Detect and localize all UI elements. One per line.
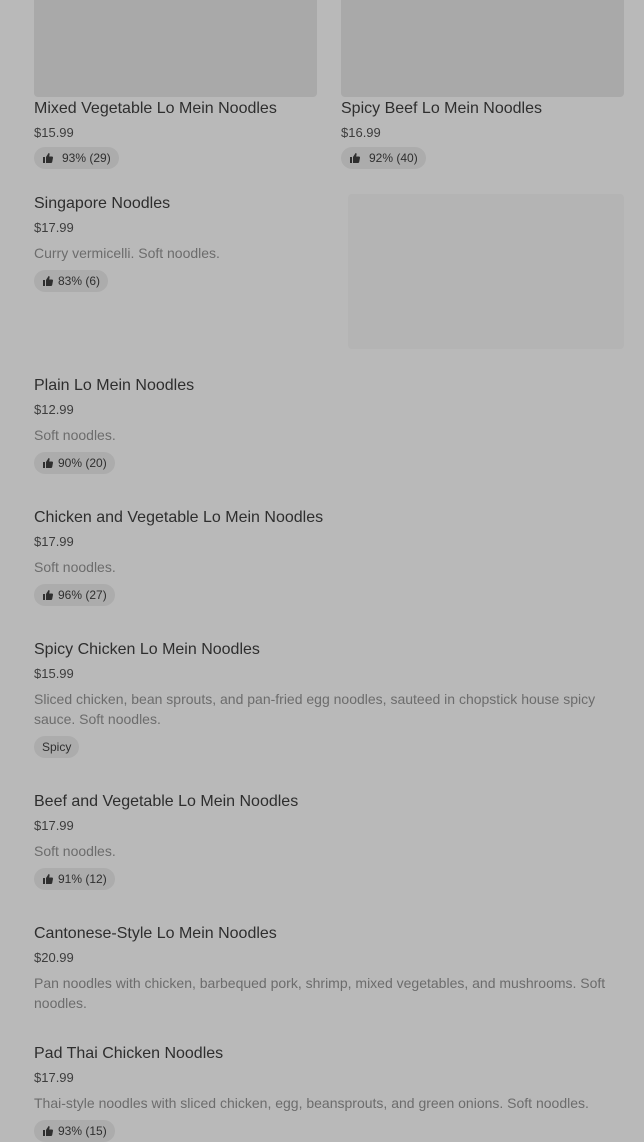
rating-badge: 92% (40) xyxy=(341,147,426,169)
menu-item-price: $15.99 xyxy=(34,666,74,681)
menu-item-title[interactable]: Pad Thai Chicken Noodles xyxy=(34,1044,624,1064)
menu-item-description: Soft noodles. xyxy=(34,427,116,443)
menu-item-title[interactable]: Cantonese-Style Lo Mein Noodles xyxy=(34,924,624,944)
featured-items-grid: Mixed Vegetable Lo Mein Noodles $15.99 9… xyxy=(34,0,624,175)
menu-item-description: Pan noodles with chicken, barbequed pork… xyxy=(34,975,606,1011)
rating-text: 91% (12) xyxy=(58,872,107,886)
rating-badge: 90% (20) xyxy=(34,452,115,474)
menu-item-title[interactable]: Chicken and Vegetable Lo Mein Noodles xyxy=(34,508,624,528)
menu-item-price: $17.99 xyxy=(34,818,74,833)
menu-item-card[interactable]: Spicy Beef Lo Mein Noodles $16.99 92% (4… xyxy=(341,0,624,169)
thumbs-up-icon xyxy=(42,457,54,469)
menu-item-price: $12.99 xyxy=(34,402,74,417)
rating-text: 96% (27) xyxy=(58,588,107,602)
menu-item[interactable]: Plain Lo Mein Noodles $12.99 Soft noodle… xyxy=(34,376,624,474)
menu-item-price: $17.99 xyxy=(34,534,74,549)
rating-badge: 93% (15) xyxy=(34,1120,115,1142)
rating-text: 92% (40) xyxy=(369,151,418,165)
menu-item[interactable]: Spicy Chicken Lo Mein Noodles $15.99 Sli… xyxy=(34,640,624,758)
menu-item-image[interactable] xyxy=(34,0,317,97)
menu-item-card[interactable]: Mixed Vegetable Lo Mein Noodles $15.99 9… xyxy=(34,0,317,169)
rating-badge: 93% (29) xyxy=(34,147,119,169)
thumbs-up-icon xyxy=(42,1125,54,1137)
rating-text: 83% (6) xyxy=(58,274,101,288)
menu-item-image[interactable] xyxy=(348,194,624,349)
rating-badge: 83% (6) xyxy=(34,270,109,292)
menu-item-description: Thai-style noodles with sliced chicken, … xyxy=(34,1095,589,1111)
thumbs-up-icon xyxy=(349,152,361,164)
thumbs-up-icon xyxy=(42,873,54,885)
menu-item[interactable]: Beef and Vegetable Lo Mein Noodles $17.9… xyxy=(34,792,624,890)
rating-text: 93% (29) xyxy=(62,151,111,165)
menu-item-title[interactable]: Plain Lo Mein Noodles xyxy=(34,376,624,396)
menu-item-price: $20.99 xyxy=(34,950,74,965)
thumbs-up-icon xyxy=(42,589,54,601)
menu-item-title[interactable]: Spicy Chicken Lo Mein Noodles xyxy=(34,640,624,660)
rating-text: 90% (20) xyxy=(58,456,107,470)
menu-item-description: Soft noodles. xyxy=(34,559,116,575)
menu-item-price: $15.99 xyxy=(34,125,74,140)
menu-item-description: Curry vermicelli. Soft noodles. xyxy=(34,245,220,261)
menu-item[interactable]: Cantonese-Style Lo Mein Noodles $20.99 P… xyxy=(34,924,624,1013)
menu-item-title[interactable]: Beef and Vegetable Lo Mein Noodles xyxy=(34,792,624,812)
menu-item-description: Soft noodles. xyxy=(34,843,116,859)
menu-item-price: $17.99 xyxy=(34,1070,74,1085)
menu-item[interactable]: Chicken and Vegetable Lo Mein Noodles $1… xyxy=(34,508,624,606)
menu-item[interactable]: Singapore Noodles $17.99 Curry vermicell… xyxy=(34,194,624,349)
rating-badge: 91% (12) xyxy=(34,868,115,890)
spicy-tag: Spicy xyxy=(34,736,80,758)
thumbs-up-icon xyxy=(42,152,54,164)
menu-item-price: $17.99 xyxy=(34,220,74,235)
thumbs-up-icon xyxy=(42,275,54,287)
menu-item-title[interactable]: Singapore Noodles xyxy=(34,194,324,214)
menu-item[interactable]: Pad Thai Chicken Noodles $17.99 Thai-sty… xyxy=(34,1044,624,1142)
rating-text: 93% (15) xyxy=(58,1124,107,1138)
menu-item-title[interactable]: Mixed Vegetable Lo Mein Noodles xyxy=(34,100,277,118)
menu-item-price: $16.99 xyxy=(341,125,381,140)
menu-item-title[interactable]: Spicy Beef Lo Mein Noodles xyxy=(341,100,542,118)
menu-item-image[interactable] xyxy=(341,0,624,97)
menu-item-description: Sliced chicken, bean sprouts, and pan-fr… xyxy=(34,691,596,727)
rating-badge: 96% (27) xyxy=(34,584,115,606)
